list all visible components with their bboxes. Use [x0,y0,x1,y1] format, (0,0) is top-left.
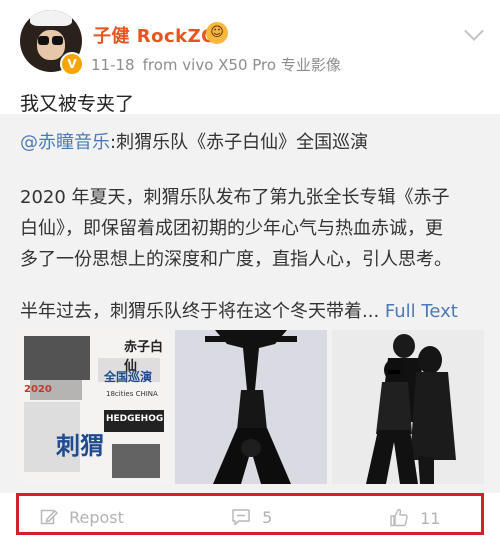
band-photo-floor[interactable] [175,330,327,484]
post-text: 我又被专夹了 [20,93,135,115]
edit-icon [40,509,59,525]
repost-title: :刺猬乐队《赤子白仙》全国巡演 [110,132,369,153]
comment-icon [232,509,250,526]
repost-truncated-text: 半年过去，刺猬乐队终于将在这个冬天带着... [20,301,380,322]
post-time: 11-18 [91,56,135,74]
poster-band-label: HEDGEHOG [106,414,164,424]
repost-body-line: 白仙》，即保留着成团初期的少年心气与热血赤诚，更 [20,218,443,239]
band-photo-group[interactable] [332,330,484,484]
comment-count: 5 [262,508,273,527]
like-button[interactable]: 11 [389,508,440,528]
repost-label: Repost [69,508,124,527]
thumbs-up-icon [390,508,408,527]
repost-last-line: 半年过去，刺猬乐队终于将在这个冬天带着... Full Text [20,296,458,327]
verified-icon: V [60,52,84,76]
chevron-down-icon[interactable] [464,21,484,41]
like-count: 11 [420,509,441,528]
poster-cities: 18cities CHINA [106,390,158,398]
post-source: from vivo X50 Pro 专业影像 [142,56,341,74]
post-meta: 11-18 from vivo X50 Pro 专业影像 [91,54,341,75]
repost-button[interactable]: Repost [40,508,124,527]
poster-image[interactable]: 2020 赤子白仙 全国巡演 HEDGEHOG 刺猬 18cities CHIN… [18,330,170,484]
repost-body-line: 2020 年夏天，刺猬乐队发布了第九张全长专辑《赤子 [20,187,450,208]
poster-band-cn: 刺猬 [56,432,104,460]
poster-year: 2020 [24,384,52,395]
repost-body-line: 多了一份思想上的深度和广度，直指人心，引人思考。 [20,249,452,270]
mention-link[interactable]: @赤瞳音乐 [20,132,110,153]
comment-button[interactable]: 5 [231,508,272,527]
full-text-link[interactable]: Full Text [385,301,458,322]
poster-tour-label: 全国巡演 [104,370,153,384]
repost-title-line: @赤瞳音乐:刺猬乐队《赤子白仙》全国巡演 [20,127,368,158]
username[interactable]: 子健 RockZO [93,22,217,48]
emoji-badge-icon: ☺ [206,22,228,44]
